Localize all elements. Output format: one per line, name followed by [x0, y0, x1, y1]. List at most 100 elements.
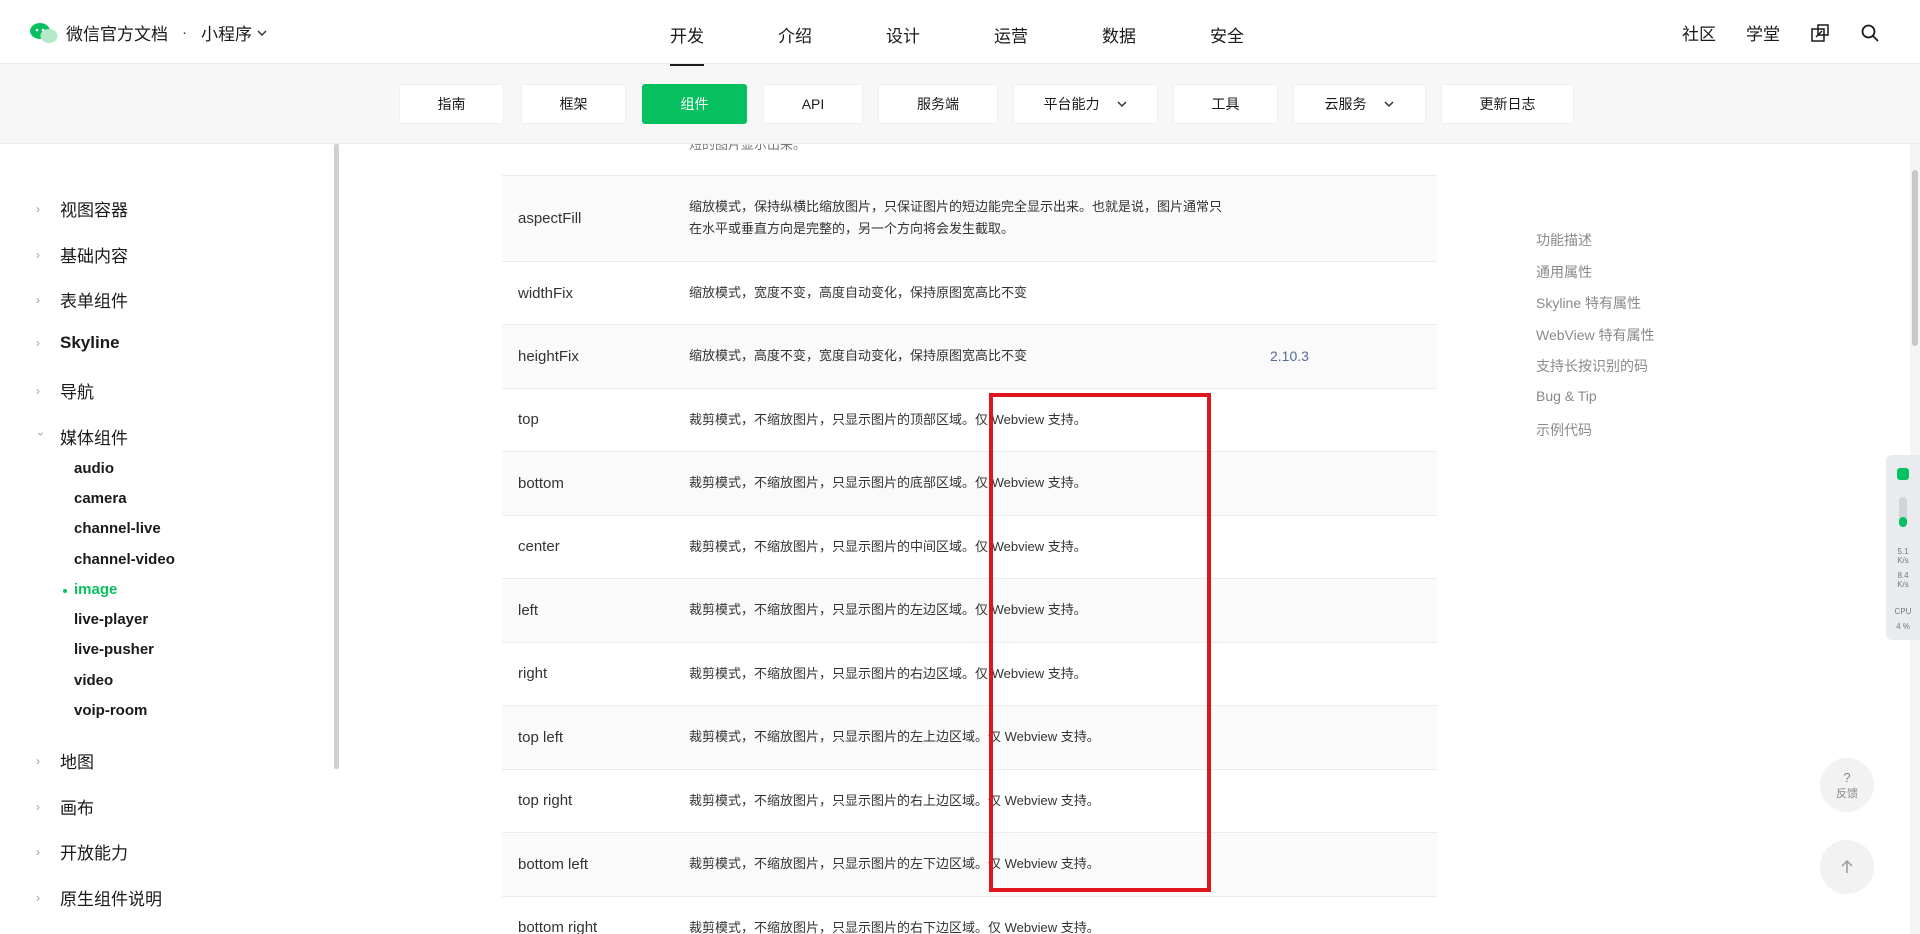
back-to-top-button[interactable] — [1820, 840, 1874, 894]
wechat-logo-icon — [30, 22, 58, 43]
subtab-components[interactable]: 组件 — [642, 84, 747, 124]
subtab-api[interactable]: API — [763, 84, 863, 124]
toc-item[interactable]: Bug & Tip — [1536, 388, 1597, 404]
sidebar-item-voip-room[interactable]: voip-room — [74, 702, 147, 719]
row-description: 裁剪模式，不缩放图片，只显示图片的右下边区域。仅 Webview 支持。 — [689, 920, 1100, 934]
toc-item[interactable]: 示例代码 — [1536, 420, 1592, 440]
sidebar-item-channel-live[interactable]: channel-live — [74, 520, 161, 537]
subtab-cloud[interactable]: 云服务 — [1293, 84, 1426, 124]
sidebar-section-label: 开放能力 — [60, 844, 128, 863]
subtab-label: 服务端 — [917, 96, 959, 112]
check-icon — [1897, 468, 1909, 480]
page-scrollbar-thumb[interactable] — [1912, 170, 1918, 346]
system-monitor-widget[interactable]: 5.1 K/s 8.4 K/s CPU 4 % — [1886, 455, 1920, 640]
toc-item[interactable]: WebView 特有属性 — [1536, 325, 1655, 345]
tab-intro[interactable]: 介绍 — [778, 22, 812, 47]
tab-develop[interactable]: 开发 — [670, 22, 704, 66]
logo[interactable]: 微信官方文档 · 小程序 — [30, 20, 268, 45]
sidebar-item-video[interactable]: video — [74, 672, 113, 689]
subtab-guide[interactable]: 指南 — [399, 84, 504, 124]
sidebar-item-audio[interactable]: audio — [74, 460, 114, 477]
sidebar-section-label: 导航 — [60, 383, 94, 402]
sidebar-section-label: 媒体组件 — [60, 429, 128, 448]
search-icon[interactable] — [1860, 23, 1880, 43]
row-key: bottom right — [518, 919, 598, 934]
academy-link[interactable]: 学堂 — [1746, 20, 1780, 45]
row-key: bottom left — [518, 856, 589, 873]
row-key: top — [518, 411, 539, 428]
row-description: 裁剪模式，不缩放图片，只显示图片的左下边区域。仅 Webview 支持。 — [689, 856, 1100, 871]
table-row: bottom left 裁剪模式，不缩放图片，只显示图片的左下边区域。仅 Web… — [502, 833, 1437, 897]
tab-operations[interactable]: 运营 — [994, 22, 1028, 47]
question-icon: ? — [1843, 769, 1851, 785]
sidebar-section-label: 地图 — [60, 753, 94, 772]
main-tabs: 开发 介绍 设计 运营 数据 安全 — [0, 0, 1920, 66]
sidebar-scrollbar[interactable] — [334, 144, 339, 769]
row-description: 缩放模式，宽度不变，高度自动变化，保持原图宽高比不变 — [689, 285, 1028, 300]
sidebar-section-label: 原生组件说明 — [60, 890, 162, 909]
sidebar-section-form[interactable]: › 表单组件 — [36, 287, 128, 312]
table-row: left 裁剪模式，不缩放图片，只显示图片的左边区域。仅 Webview 支持。 — [502, 579, 1437, 643]
subtab-label: 更新日志 — [1479, 96, 1536, 112]
row-description: 裁剪模式，不缩放图片，只显示图片的中间区域。仅 Webview 支持。 — [689, 539, 1087, 554]
community-link[interactable]: 社区 — [1682, 20, 1716, 45]
subtab-label: 平台能力 — [1043, 96, 1100, 112]
product-switcher[interactable]: 小程序 — [201, 20, 268, 45]
sidebar-section-open-ability[interactable]: › 开放能力 — [36, 839, 128, 864]
version-link[interactable]: 2.10.3 — [1270, 348, 1309, 364]
product-label: 小程序 — [201, 25, 252, 44]
feedback-label: 反馈 — [1836, 787, 1858, 800]
sidebar-section-basic-content[interactable]: › 基础内容 — [36, 242, 128, 267]
share-window-icon[interactable] — [1810, 23, 1830, 43]
toc-item[interactable]: 通用属性 — [1536, 262, 1592, 282]
sidebar-section-canvas[interactable]: › 画布 — [36, 794, 94, 819]
tab-design[interactable]: 设计 — [886, 22, 920, 47]
sidebar-section-skyline[interactable]: › Skyline — [36, 333, 120, 353]
chevron-down-icon — [1116, 101, 1127, 108]
row-key: bottom — [518, 475, 564, 492]
row-description: 裁剪模式，不缩放图片，只显示图片的顶部区域。仅 Webview 支持。 — [689, 412, 1087, 427]
chevron-down-icon — [257, 29, 267, 36]
sidebar-section-label: 画布 — [60, 799, 94, 818]
sidebar-section-media[interactable]: › 媒体组件 — [34, 424, 128, 449]
subtab-server[interactable]: 服务端 — [878, 84, 998, 124]
toc-item[interactable]: 功能描述 — [1536, 230, 1592, 250]
row-description: 裁剪模式，不缩放图片，只显示图片的右上边区域。仅 Webview 支持。 — [689, 793, 1100, 808]
sidebar-section-map[interactable]: › 地图 — [36, 748, 94, 773]
sidebar-item-live-pusher[interactable]: live-pusher — [74, 641, 154, 658]
subtab-platform[interactable]: 平台能力 — [1013, 84, 1158, 124]
subtab-tools[interactable]: 工具 — [1173, 84, 1278, 124]
logo-text[interactable]: 微信官方文档 — [66, 20, 168, 45]
chevron-right-icon: › — [36, 753, 40, 768]
top-nav: 微信官方文档 · 小程序 开发 介绍 设计 运营 数据 安全 社区 学堂 — [0, 0, 1920, 66]
sidebar-section-label: 表单组件 — [60, 292, 128, 311]
sidebar-section-navigation[interactable]: › 导航 — [36, 378, 94, 403]
table-row: center 裁剪模式，不缩放图片，只显示图片的中间区域。仅 Webview 支… — [502, 516, 1437, 579]
sidebar-item-live-player[interactable]: live-player — [74, 611, 148, 628]
toc-item[interactable]: Skyline 特有属性 — [1536, 293, 1641, 313]
upload-unit: K/s — [1897, 556, 1909, 565]
feedback-button[interactable]: ? 反馈 — [1820, 758, 1874, 812]
table-row: top 裁剪模式，不缩放图片，只显示图片的顶部区域。仅 Webview 支持。 — [502, 389, 1437, 452]
row-key: heightFix — [518, 348, 579, 365]
chevron-right-icon: › — [36, 799, 40, 814]
sidebar-section-view-container[interactable]: › 视图容器 — [36, 196, 128, 221]
tab-data[interactable]: 数据 — [1102, 22, 1136, 47]
row-description: 短的图片显示出来。 — [689, 144, 807, 152]
subtab-changelog[interactable]: 更新日志 — [1441, 84, 1574, 124]
row-key: widthFix — [518, 285, 574, 302]
subtab-label: 框架 — [559, 96, 588, 112]
chevron-right-icon: › — [36, 247, 40, 262]
row-description: 缩放模式，高度不变，宽度自动变化，保持原图宽高比不变 — [689, 348, 1028, 363]
sidebar-section-native-components[interactable]: › 原生组件说明 — [36, 885, 162, 910]
sidebar-item-camera[interactable]: camera — [74, 490, 127, 507]
sidebar-item-image[interactable]: image — [62, 581, 117, 598]
toc-item[interactable]: 支持长按识别的码 — [1536, 356, 1648, 376]
tab-security[interactable]: 安全 — [1210, 22, 1244, 47]
subtab-framework[interactable]: 框架 — [521, 84, 626, 124]
chevron-right-icon: › — [36, 201, 40, 216]
row-key: left — [518, 602, 539, 619]
sidebar-item-channel-video[interactable]: channel-video — [74, 551, 175, 568]
table-row: bottom 裁剪模式，不缩放图片，只显示图片的底部区域。仅 Webview 支… — [502, 452, 1437, 516]
subtab-label: 指南 — [437, 96, 466, 112]
